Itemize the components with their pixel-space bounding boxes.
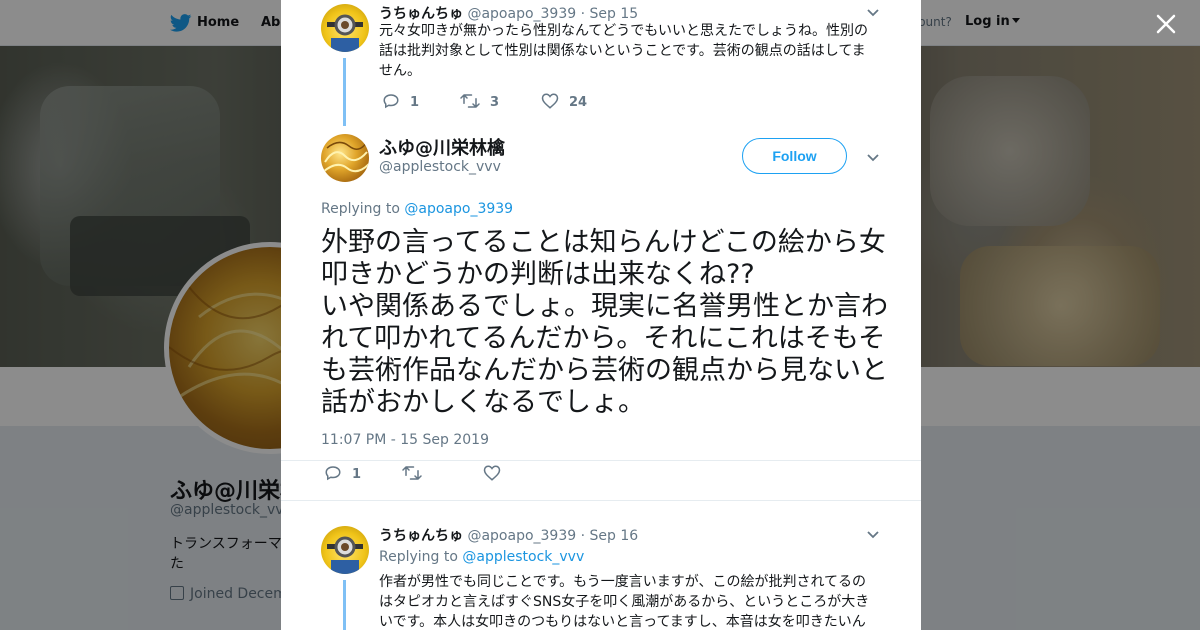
retweet-count: 3 [490, 95, 500, 110]
parent-tweet-name[interactable]: うちゅんちゅ [379, 6, 463, 22]
reply-replying-to: Replying to @applestock_vvv [379, 549, 584, 565]
replying-to-link[interactable]: @apoapo_3939 [404, 201, 513, 217]
retweet-icon [460, 94, 480, 108]
divider [281, 500, 921, 501]
parent-tweet-handle[interactable]: @apoapo_3939 [467, 6, 576, 22]
like-count: 24 [569, 95, 588, 110]
replying-to-link[interactable]: @applestock_vvv [462, 549, 584, 565]
parent-tweet-header: うちゅんちゅ @apoapo_3939 · Sep 15 [379, 3, 638, 23]
reply-count: 1 [410, 95, 420, 110]
divider [281, 460, 921, 461]
reply-tweet-date[interactable]: Sep 16 [590, 528, 639, 544]
main-tweet-timestamp[interactable]: 11:07 PM - 15 Sep 2019 [321, 432, 489, 448]
reply-tweet-handle[interactable]: @apoapo_3939 [467, 528, 576, 544]
main-tweet-name[interactable]: ふゆ@川栄林檎 [379, 134, 505, 160]
thread-connector [343, 58, 346, 126]
reply-icon [383, 94, 399, 109]
like-button[interactable]: 24 [541, 92, 587, 112]
retweet-button[interactable]: 3 [460, 92, 499, 112]
minion-avatar-image [327, 14, 363, 52]
reply-icon [325, 466, 341, 481]
main-retweet-button[interactable] [402, 464, 422, 484]
parent-tweet-avatar[interactable] [321, 4, 369, 52]
main-tweet-avatar[interactable] [321, 134, 369, 182]
follow-button[interactable]: Follow [742, 138, 847, 174]
chevron-down-icon[interactable] [865, 526, 881, 542]
header-separator: · [580, 6, 586, 22]
replying-prefix: Replying to [379, 549, 458, 565]
parent-tweet-date[interactable]: Sep 15 [590, 6, 639, 22]
minion-avatar-image [327, 536, 363, 574]
gold-avatar-image [322, 141, 369, 173]
main-replying-to: Replying to @apoapo_3939 [321, 201, 513, 217]
main-reply-button[interactable]: 1 [324, 464, 361, 484]
retweet-icon [402, 466, 422, 480]
reply-tweet-header: うちゅんちゅ @apoapo_3939 · Sep 16 [379, 525, 638, 545]
chevron-down-icon[interactable] [865, 149, 881, 165]
reply-tweet-text: 作者が男性でも同じことです。もう一度言いますが、この絵が批判されてるのはタピオカ… [379, 574, 870, 630]
replying-prefix: Replying to [321, 201, 400, 217]
main-reply-count: 1 [352, 467, 362, 482]
close-icon[interactable] [1152, 10, 1180, 38]
header-separator: · [580, 528, 586, 544]
like-icon [541, 93, 559, 109]
chevron-down-icon[interactable] [865, 4, 881, 20]
thread-connector [343, 580, 346, 630]
main-tweet-handle[interactable]: @applestock_vvv [379, 159, 501, 175]
parent-tweet-text: 元々女叩きが無かったら性別なんてどうでもいいと思えたでしょうね。性別の話は批判対… [379, 23, 869, 79]
tweet-permalink-modal: うちゅんちゅ @apoapo_3939 · Sep 15 元々女叩きが無かったら… [281, 0, 921, 630]
main-like-button[interactable] [483, 464, 501, 484]
reply-tweet-avatar[interactable] [321, 526, 369, 574]
reply-tweet-name[interactable]: うちゅんちゅ [379, 528, 463, 544]
main-tweet-text: 外野の言ってることは知らんけどこの絵から女叩きかどうかの判断は出来なくね?? い… [321, 227, 888, 418]
reply-button[interactable]: 1 [382, 92, 419, 112]
like-icon [483, 465, 501, 481]
